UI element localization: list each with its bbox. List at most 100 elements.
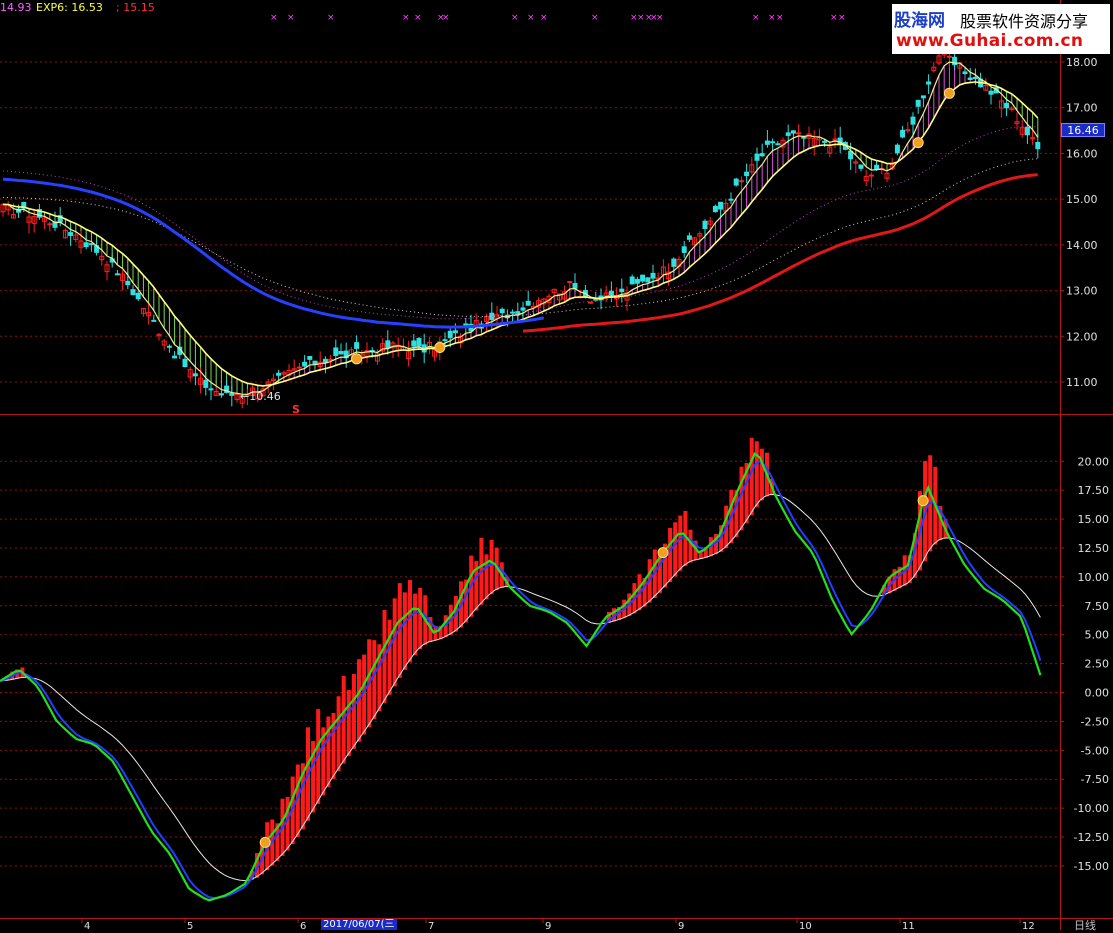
oscillator-tick-label: 0.00 bbox=[1085, 687, 1110, 700]
signal-cross-mark: × bbox=[637, 13, 645, 23]
oscillator-bar bbox=[387, 619, 392, 695]
candle-body bbox=[946, 55, 952, 58]
candle-body bbox=[452, 330, 458, 334]
candle-body bbox=[322, 358, 328, 363]
candle-body bbox=[822, 140, 828, 143]
oscillator-bar bbox=[392, 598, 397, 687]
candle-body bbox=[634, 278, 640, 284]
price-tick-label: 15.00 bbox=[1066, 193, 1098, 206]
oscillator-tick-label: 15.00 bbox=[1078, 513, 1110, 526]
candle-body bbox=[114, 273, 120, 276]
candle-body bbox=[1024, 126, 1030, 136]
candle-body bbox=[328, 358, 334, 361]
candle-body bbox=[718, 201, 724, 210]
indicator-value-1: 14.93 bbox=[0, 1, 32, 14]
oscillator-bar bbox=[408, 580, 412, 663]
candle-body bbox=[785, 132, 791, 136]
signal-cross-mark: × bbox=[540, 13, 548, 23]
oscillator-bar bbox=[402, 592, 407, 670]
candle-body bbox=[296, 366, 302, 369]
oscillator-bar bbox=[688, 529, 693, 563]
candle-body bbox=[499, 308, 505, 314]
candle-body bbox=[333, 347, 339, 356]
candle-body bbox=[354, 342, 360, 349]
candle-body bbox=[640, 274, 646, 282]
signal-cross-mark: × bbox=[830, 13, 838, 23]
oscillator-tick-label: 12.50 bbox=[1078, 542, 1110, 555]
indicator-exp6: EXP6: 16.53 bbox=[36, 1, 103, 14]
price-tick-label: 16.00 bbox=[1066, 147, 1098, 160]
candle-body bbox=[276, 372, 282, 376]
candle-body bbox=[68, 232, 74, 236]
buy-signal-dot bbox=[351, 353, 363, 365]
signal-cross-mark: × bbox=[591, 13, 599, 23]
guhai-watermark-logo: 股海网 股票软件资源分享 www.Guhai.com.cn bbox=[892, 4, 1110, 54]
candle-body bbox=[47, 223, 53, 226]
candle-body bbox=[520, 307, 526, 311]
candle-body bbox=[411, 340, 417, 347]
oscillator-tick-label: 5.00 bbox=[1085, 629, 1110, 642]
time-axis-label: 6 bbox=[300, 921, 306, 930]
oscillator-bar bbox=[351, 673, 356, 749]
oscillator-bar bbox=[678, 515, 683, 571]
candle-body bbox=[775, 143, 781, 146]
candle-body bbox=[754, 153, 760, 161]
candle-body bbox=[920, 95, 926, 99]
candle-body bbox=[759, 153, 765, 157]
oscillator-tick-label: -15.00 bbox=[1074, 860, 1109, 873]
oscillator-bar bbox=[754, 441, 759, 507]
candle-body bbox=[125, 280, 131, 286]
candle-body bbox=[172, 355, 178, 359]
time-axis-label: 9 bbox=[545, 921, 551, 930]
candle-body bbox=[619, 288, 625, 293]
period-label[interactable]: 日线 bbox=[1074, 917, 1096, 933]
candle-body bbox=[728, 198, 734, 201]
candle-body bbox=[192, 373, 198, 377]
oscillator-signal-dot bbox=[917, 495, 929, 507]
candle-body bbox=[510, 311, 516, 314]
price-tick-label: 17.00 bbox=[1066, 102, 1098, 115]
price-tick-label: 13.00 bbox=[1066, 285, 1098, 298]
candle-body bbox=[208, 388, 214, 391]
candle-body bbox=[702, 220, 708, 230]
candle-body bbox=[88, 243, 94, 246]
oscillator-signal-dot bbox=[259, 836, 271, 848]
oscillator-signal-dot bbox=[657, 547, 669, 559]
signal-cross-mark: × bbox=[656, 13, 664, 23]
signal-cross-mark: × bbox=[527, 13, 535, 23]
candle-body bbox=[764, 140, 770, 145]
candle-body bbox=[218, 393, 224, 396]
candle-body bbox=[166, 345, 172, 348]
candle-body bbox=[738, 180, 744, 183]
price-tick-label: 12.00 bbox=[1066, 330, 1098, 343]
oscillator-bar bbox=[418, 587, 423, 650]
oscillator-tick-label: 20.00 bbox=[1078, 455, 1110, 468]
candle-body bbox=[874, 164, 880, 170]
candle-body bbox=[972, 76, 978, 80]
buy-signal-dot bbox=[943, 87, 955, 99]
signal-cross-mark: × bbox=[270, 13, 278, 23]
candle-body bbox=[894, 144, 900, 154]
candle-body bbox=[671, 258, 677, 267]
candle-body bbox=[926, 81, 932, 85]
candle-body bbox=[744, 171, 750, 177]
candle-body bbox=[203, 379, 209, 388]
time-axis-label: 10 bbox=[799, 921, 812, 930]
price-tick-label: 14.00 bbox=[1066, 239, 1098, 252]
candle-body bbox=[650, 272, 656, 279]
candle-body bbox=[385, 340, 391, 349]
candle-body bbox=[447, 330, 453, 339]
candle-body bbox=[796, 132, 802, 135]
buy-signal-dot bbox=[912, 137, 924, 149]
candle-body bbox=[182, 358, 188, 368]
oscillator-tick-label: 10.00 bbox=[1078, 571, 1110, 584]
candle-body bbox=[135, 292, 141, 300]
oscillator-bar bbox=[413, 593, 418, 656]
signal-cross-mark: × bbox=[776, 13, 784, 23]
oscillator-tick-label: 17.50 bbox=[1078, 484, 1110, 497]
candle-body bbox=[770, 141, 776, 144]
candle-body bbox=[629, 276, 635, 285]
oscillator-tick-label: -5.00 bbox=[1081, 744, 1109, 757]
time-axis-label: 12 bbox=[1022, 921, 1035, 930]
candle-body bbox=[712, 205, 718, 213]
